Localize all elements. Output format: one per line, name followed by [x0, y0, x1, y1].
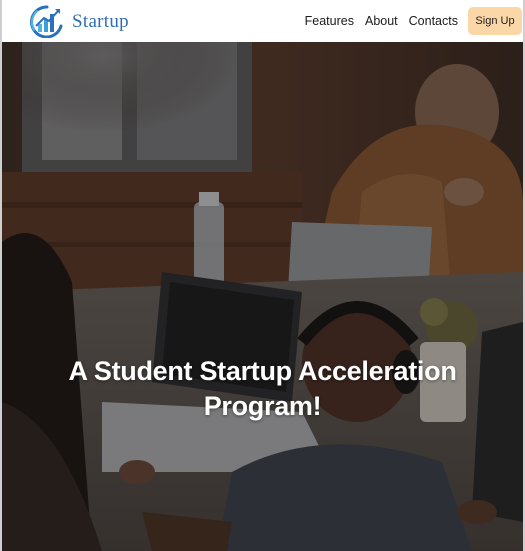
hero-title: A Student Startup Acceleration Program! [2, 354, 523, 424]
sign-up-button[interactable]: Sign Up [468, 7, 522, 35]
brand-link[interactable]: Startup [28, 4, 129, 38]
hero-section: A Student Startup Acceleration Program! [0, 42, 525, 551]
nav-link-about[interactable]: About [365, 14, 398, 28]
brand-name: Startup [72, 11, 129, 32]
hero-overlay [2, 42, 523, 551]
hero-title-line2: Program! [203, 391, 322, 421]
nav-link-contacts[interactable]: Contacts [409, 14, 458, 28]
growth-chart-logo-icon [30, 5, 63, 38]
nav-links: Features About Contacts Sign Up [305, 0, 523, 42]
hero-title-line1: A Student Startup Acceleration [68, 356, 457, 386]
nav-link-features[interactable]: Features [305, 14, 354, 28]
navbar: Startup Features About Contacts Sign Up [0, 0, 525, 42]
page: Startup Features About Contacts Sign Up [0, 0, 525, 551]
